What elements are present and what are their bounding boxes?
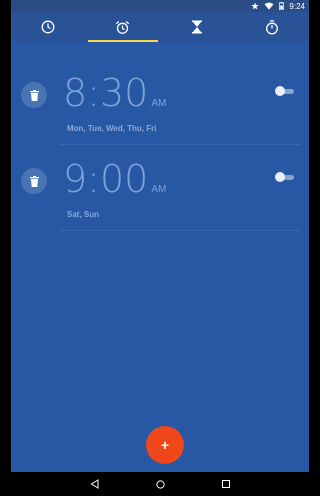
- tab-timer[interactable]: [160, 12, 235, 42]
- screen: 9:24 8:30 AM Mon, Tue, Wed, Thu, Fri 9:0…: [0, 0, 320, 496]
- toggle-knob: [275, 172, 285, 182]
- tab-stopwatch[interactable]: [235, 12, 310, 42]
- alarm-item: 8:30 AM Mon, Tue, Wed, Thu, Fri: [11, 70, 309, 156]
- alarm-time-block[interactable]: 9:00 AM: [63, 156, 166, 202]
- clock-icon: [41, 20, 55, 34]
- hourglass-icon: [192, 20, 203, 34]
- toggle-knob: [275, 86, 285, 96]
- recents-icon: [222, 480, 230, 488]
- delete-alarm-button[interactable]: [21, 82, 47, 108]
- alarm-ampm: AM: [151, 98, 167, 109]
- trash-icon: [29, 89, 39, 101]
- trash-icon: [29, 175, 39, 187]
- tab-bar: [11, 12, 309, 42]
- alarm-repeat-days[interactable]: Mon, Tue, Wed, Thu, Fri: [67, 124, 156, 133]
- alarm-toggle[interactable]: [275, 172, 295, 182]
- star-icon: [251, 2, 260, 10]
- navigation-bar: [11, 472, 309, 496]
- battery-icon: [279, 2, 285, 10]
- alarm-time: 9:00: [63, 157, 149, 201]
- alarm-repeat-days[interactable]: Sat, Sun: [67, 210, 99, 219]
- status-time: 9:24: [289, 1, 305, 11]
- stopwatch-icon: [265, 19, 278, 34]
- alarm-time: 8:30: [63, 71, 149, 115]
- add-alarm-button[interactable]: +: [146, 426, 184, 464]
- tab-clock[interactable]: [11, 12, 86, 42]
- back-button[interactable]: [84, 474, 104, 494]
- status-bar: 9:24: [11, 0, 309, 12]
- alarm-clock-icon: [116, 20, 130, 34]
- alarm-toggle[interactable]: [275, 86, 295, 96]
- wifi-icon: [264, 2, 274, 10]
- plus-icon: +: [160, 437, 170, 453]
- home-icon: [155, 479, 165, 489]
- home-button[interactable]: [150, 474, 170, 494]
- tab-alarm[interactable]: [86, 12, 161, 42]
- alarm-list: 8:30 AM Mon, Tue, Wed, Thu, Fri 9:00 AM …: [11, 42, 309, 242]
- divider: [59, 144, 301, 145]
- divider: [59, 230, 301, 231]
- alarm-time-block[interactable]: 8:30 AM: [63, 70, 166, 116]
- recents-button[interactable]: [216, 474, 236, 494]
- delete-alarm-button[interactable]: [21, 168, 47, 194]
- back-icon: [90, 479, 98, 489]
- alarm-app: 8:30 AM Mon, Tue, Wed, Thu, Fri 9:00 AM …: [11, 12, 309, 472]
- alarm-ampm: AM: [151, 184, 167, 195]
- alarm-item: 9:00 AM Sat, Sun: [11, 156, 309, 242]
